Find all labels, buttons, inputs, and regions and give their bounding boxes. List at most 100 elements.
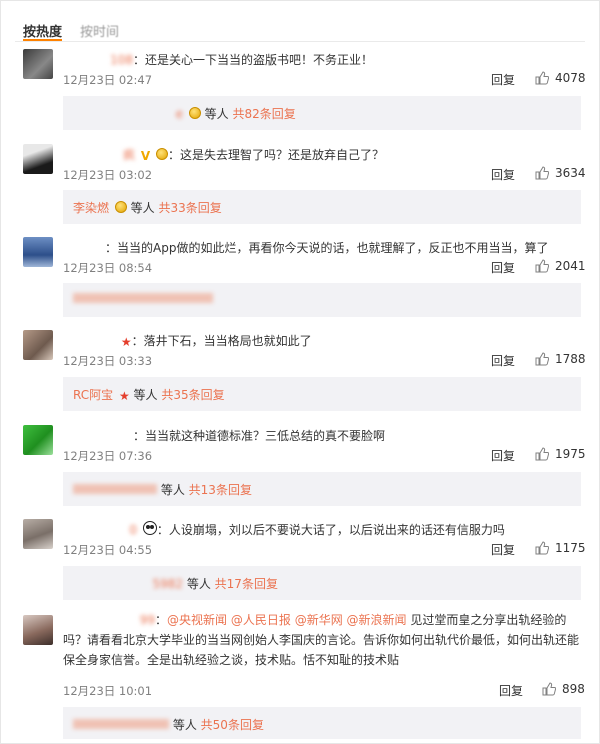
thumbs-up-icon	[535, 259, 549, 273]
avatar[interactable]	[23, 49, 53, 79]
sub-reply-etc: 等人	[172, 718, 197, 732]
sub-reply-etc: 等人	[133, 388, 158, 402]
like-count: 1175	[555, 541, 586, 555]
sub-reply-box[interactable]: 5982 等人 共17条回复	[63, 566, 581, 600]
comment-body: ：还是关心一下当当的盗版书吧！不务正业！	[133, 53, 374, 67]
reply-button[interactable]: 回复	[491, 71, 515, 88]
sub-reply-user[interactable]: e	[73, 107, 183, 121]
username[interactable]: 99	[63, 610, 155, 630]
reply-button[interactable]: 回复	[491, 541, 515, 558]
avatar[interactable]	[23, 519, 53, 549]
thumbs-up-icon	[535, 541, 549, 555]
username[interactable]: 疯	[63, 146, 135, 163]
sub-reply-etc: 等人	[130, 201, 155, 215]
reply-button[interactable]: 回复	[491, 166, 515, 183]
sub-reply-box[interactable]: 等人 共13条回复	[63, 472, 581, 506]
gold-medal-icon	[114, 201, 127, 213]
reply-button[interactable]: 回复	[491, 447, 515, 464]
tab-sort-hot[interactable]: 按热度	[23, 21, 63, 41]
comment-body-a: ：	[155, 613, 168, 627]
timestamp: 12月23日 07:36	[63, 449, 153, 463]
sub-reply-user[interactable]: RC阿宝	[73, 388, 113, 402]
sub-reply-count[interactable]: 共50条回复	[201, 718, 264, 732]
thumbs-up-icon	[535, 166, 549, 180]
red-star-icon: ★	[120, 335, 132, 349]
sub-reply-etc: 等人	[186, 577, 211, 591]
like-count: 898	[562, 682, 585, 696]
timestamp: 12月23日 03:02	[63, 168, 153, 182]
sub-reply-user[interactable]: 5982	[73, 577, 183, 591]
sub-reply-user[interactable]	[73, 484, 157, 494]
comment-body: ：落井下石，当当格局也就如此了	[131, 334, 312, 348]
comment-text: ：当当的App做的如此烂，再看你今天说的话，也就理解了，反正也不用当当，算了	[63, 239, 548, 256]
username[interactable]: 0	[63, 523, 137, 537]
like-button[interactable]: 2041	[535, 259, 586, 273]
comment-text: 0 ：人设崩塌，刘以后不要说大话了，以后说出来的话还有信服力吗	[63, 521, 505, 538]
sub-reply-box[interactable]: e 等人 共82条回复	[63, 96, 581, 130]
gold-medal-icon	[188, 107, 201, 119]
reply-button[interactable]: 回复	[499, 682, 523, 699]
comment-text: 疯 V ：这是失去理智了吗？还是放弃自己了？	[63, 146, 384, 163]
avatar[interactable]	[23, 144, 53, 174]
reply-button[interactable]: 回复	[491, 352, 515, 369]
sub-reply-box[interactable]: 等人 共50条回复	[63, 707, 581, 739]
sub-reply-etc: 等人	[204, 107, 229, 121]
comment-body: ：这是失去理智了吗？还是放弃自己了？	[167, 148, 384, 162]
comment-text: ：当当就这种道德标准？三低总结的真不要脸啊	[63, 427, 385, 444]
panda-icon	[142, 521, 157, 535]
like-button[interactable]: 1175	[535, 541, 586, 555]
sub-reply-box[interactable]	[63, 283, 581, 317]
avatar[interactable]	[23, 425, 53, 455]
username[interactable]: 108	[63, 53, 133, 67]
like-button[interactable]: 1788	[535, 352, 586, 366]
gold-medal-icon	[155, 148, 168, 160]
comment-body: ：人设崩塌，刘以后不要说大话了，以后说出来的话还有信服力吗	[156, 523, 505, 537]
tab-sort-time[interactable]: 按时间	[80, 21, 119, 41]
sub-reply-count[interactable]: 共33条回复	[159, 201, 222, 215]
timestamp: 12月23日 10:01	[63, 684, 153, 698]
sub-reply-count[interactable]: 共35条回复	[161, 388, 224, 402]
like-count: 3634	[555, 166, 586, 180]
avatar[interactable]	[23, 237, 53, 267]
timestamp: 12月23日 08:54	[63, 261, 153, 275]
like-button[interactable]: 898	[542, 682, 585, 696]
timestamp: 12月23日 02:47	[63, 73, 153, 87]
sub-reply-count[interactable]: 共13条回复	[189, 483, 252, 497]
vip-v-icon: V	[140, 149, 151, 163]
thumbs-up-icon	[535, 352, 549, 366]
reply-button[interactable]: 回复	[491, 259, 515, 276]
mention-link[interactable]: @人民日报	[231, 613, 291, 627]
timestamp: 12月23日 04:55	[63, 543, 153, 557]
thumbs-up-icon	[535, 447, 549, 461]
like-button[interactable]: 3634	[535, 166, 586, 180]
timestamp: 12月23日 03:33	[63, 354, 153, 368]
sub-reply-user[interactable]	[73, 293, 213, 303]
thumbs-up-icon	[535, 71, 549, 85]
thumbs-up-icon	[542, 682, 556, 696]
sub-reply-user[interactable]	[73, 719, 169, 729]
like-count: 4078	[555, 71, 586, 85]
like-count: 2041	[555, 259, 586, 273]
avatar[interactable]	[23, 330, 53, 360]
comment-body: ：当当的App做的如此烂，再看你今天说的话，也就理解了，反正也不用当当，算了	[105, 241, 549, 255]
mention-link[interactable]: @新浪新闻	[347, 613, 407, 627]
sub-reply-box[interactable]: RC阿宝 ★ 等人 共35条回复	[63, 377, 581, 411]
comment-text: 99：@央视新闻 @人民日报 @新华网 @新浪新闻 见过堂而皇之分享出轨经验的吗…	[63, 610, 583, 670]
sub-reply-etc: 等人	[160, 483, 185, 497]
like-button[interactable]: 4078	[535, 71, 586, 85]
mention-link[interactable]: @央视新闻	[167, 613, 227, 627]
mention-link[interactable]: @新华网	[295, 613, 343, 627]
comment-text: ★：落井下石，当当格局也就如此了	[63, 332, 312, 349]
sub-reply-count[interactable]: 共17条回复	[215, 577, 278, 591]
red-star-icon: ★	[118, 389, 130, 403]
tabs-divider	[15, 41, 585, 42]
comment-body: ：当当就这种道德标准？三低总结的真不要脸啊	[133, 429, 386, 443]
avatar[interactable]	[23, 615, 53, 645]
sub-reply-box[interactable]: 李染燃 等人 共33条回复	[63, 190, 581, 224]
comment-text: 108：还是关心一下当当的盗版书吧！不务正业！	[63, 51, 373, 68]
sub-reply-count[interactable]: 共82条回复	[233, 107, 296, 121]
comment-panel: 按热度 按时间 108：还是关心一下当当的盗版书吧！不务正业！ 12月23日 0…	[0, 0, 600, 744]
sub-reply-user[interactable]: 李染燃	[73, 201, 109, 215]
like-count: 1788	[555, 352, 586, 366]
like-button[interactable]: 1975	[535, 447, 586, 461]
